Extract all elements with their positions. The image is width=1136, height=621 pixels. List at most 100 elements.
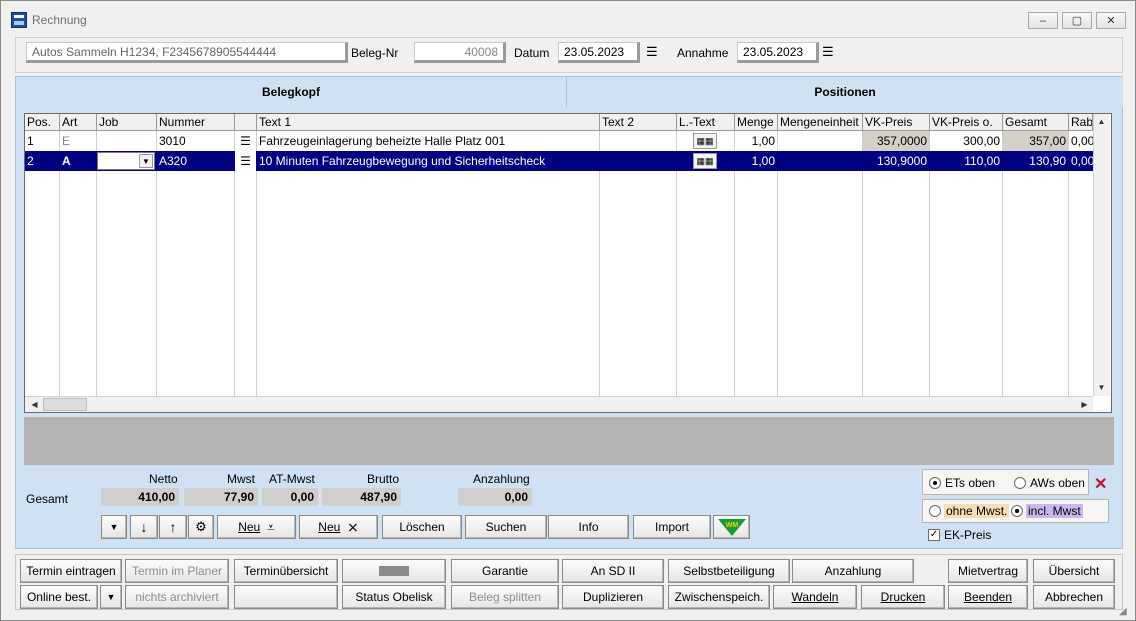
nicht-archiviert-button[interactable]: nichts archiviert [125,585,229,609]
cell-job[interactable] [97,131,156,151]
scroll-right-icon[interactable]: ▶ [1077,397,1092,412]
beenden-button[interactable]: Beenden [948,585,1028,609]
termin-planer-button[interactable]: Termin im Planer [125,559,229,583]
chevron-down-icon[interactable]: ▼ [139,154,153,168]
tab-positionen[interactable]: Positionen [567,77,1123,107]
online-best-button[interactable]: Online best. [20,585,98,609]
scroll-up-icon[interactable]: ▲ [1094,114,1109,129]
datum-field[interactable]: 23.05.2023 [558,42,640,63]
col-rab[interactable]: Rab [1069,114,1093,131]
an-sd-button[interactable]: An SD II [562,559,664,583]
minimize-button[interactable]: – [1028,12,1058,29]
duplizieren-button[interactable]: Duplizieren [562,585,664,609]
anzahlung-value: 0,00 [458,488,532,506]
job-dropdown[interactable]: ▼ [97,152,155,170]
ohne-mwst-radio[interactable] [929,505,941,517]
status-obelisk-button[interactable]: Status Obelisk [342,585,446,609]
list-icon[interactable]: ☰ [235,151,256,171]
tab-belegkopf[interactable]: Belegkopf [16,77,567,107]
cell-menge[interactable]: 1,00 [735,151,777,171]
maximize-button[interactable]: ▢ [1062,12,1092,29]
cell-vkpreis-o[interactable]: 110,00 [930,151,1002,171]
uebersicht-button[interactable]: Übersicht [1033,559,1115,583]
mietvertrag-button[interactable]: Mietvertrag [948,559,1028,583]
scroll-left-icon[interactable]: ◀ [27,397,42,412]
annahme-field[interactable]: 23.05.2023 [737,42,819,63]
cell-vkpreis[interactable]: 130,9000 [863,151,929,171]
aws-oben-radio[interactable] [1014,477,1026,489]
scroll-thumb[interactable] [43,398,87,411]
cell-rab[interactable]: 0,00 [1069,131,1093,151]
drucken-button[interactable]: Drucken [861,585,945,609]
online-dropdown[interactable]: ▼ [100,585,122,609]
anzahlung-button[interactable]: Anzahlung [792,559,914,583]
col-art[interactable]: Art [60,114,97,131]
cell-rab[interactable]: 0,00 [1069,151,1093,171]
close-icon[interactable]: ✕ [1094,474,1107,494]
beleg-field[interactable]: 40008 [414,42,506,63]
suchen-button[interactable]: Suchen [465,515,547,539]
row-menu-dropdown[interactable]: ▼ [101,515,127,539]
wandeln-button[interactable]: Wandeln [773,585,857,609]
datum-calendar-icon[interactable]: ☰ [646,45,660,59]
col-vkpreis-o[interactable]: VK-Preis o. [930,114,1003,131]
ets-oben-radio[interactable] [929,477,941,489]
zwischenspeich-button[interactable]: Zwischenspeich. [668,585,770,609]
table-row-selected[interactable]: 2 A ▼ A320 ☰ 10 Minuten Fahrzeugbewegung… [25,151,1095,171]
ltext-icon[interactable]: ▦▦ [693,133,717,149]
cell-einheit[interactable] [778,131,862,151]
arrow-up-icon: ↑ [169,519,177,535]
cell-text1[interactable]: 10 Minuten Fahrzeugbewegung und Sicherhe… [257,151,599,171]
loeschen-button[interactable]: Löschen [382,515,462,539]
resize-grip-icon[interactable]: ◢ [1119,606,1127,617]
beleg-splitten-button[interactable]: Beleg splitten [451,585,559,609]
horizontal-scrollbar[interactable]: ◀ ▶ [25,396,1093,412]
selbstbeteiligung-button[interactable]: Selbstbeteiligung [668,559,790,583]
cell-einheit[interactable] [778,151,862,171]
vertical-scrollbar[interactable]: ▲ ▼ [1093,114,1110,396]
cell-gesamt: 357,00 [1003,131,1068,151]
col-menge[interactable]: Menge [735,114,778,131]
col-text2[interactable]: Text 2 [600,114,677,131]
neu-between-button[interactable]: Neu ⨯ [299,515,378,539]
move-up-button[interactable]: ↑ [159,515,187,539]
cell-vkpreis-o[interactable]: 300,00 [930,131,1002,151]
col-vkpreis[interactable]: VK-Preis [863,114,930,131]
settings-button[interactable]: ⚙ [188,515,214,539]
ek-preis-checkbox[interactable]: ✓ [928,529,940,541]
cell-menge[interactable]: 1,00 [735,131,777,151]
termin-eintragen-button[interactable]: Termin eintragen [20,559,122,583]
col-pos[interactable]: Pos. [25,114,60,131]
neu-below-button[interactable]: Neu ⩡ [217,515,296,539]
terminuebersicht-button[interactable]: Terminübersicht [234,559,338,583]
col-ltext[interactable]: L.-Text [677,114,735,131]
cell-text1[interactable]: Fahrzeugeinlagerung beheizte Halle Platz… [257,131,599,151]
cell-nummer[interactable]: A320 [157,151,234,171]
col-icon[interactable] [235,114,257,131]
info-button[interactable]: Info [548,515,629,539]
annahme-calendar-icon[interactable]: ☰ [822,45,836,59]
blank-button[interactable] [342,559,446,583]
ltext-icon[interactable]: ▦▦ [693,153,717,169]
garantie-button[interactable]: Garantie [451,559,559,583]
col-mengeneinheit[interactable]: Mengeneinheit [778,114,863,131]
wm-button[interactable]: WM [713,515,750,539]
cell-vkpreis[interactable]: 357,0000 [863,131,929,151]
list-icon[interactable]: ☰ [235,131,256,151]
scroll-down-icon[interactable]: ▼ [1094,380,1109,395]
col-text1[interactable]: Text 1 [257,114,600,131]
col-gesamt[interactable]: Gesamt [1003,114,1069,131]
customer-field[interactable]: Autos Sammeln H1234, F2345678905544444 [26,42,348,63]
close-button[interactable]: ✕ [1096,12,1126,29]
empty-button[interactable] [234,585,338,609]
incl-mwst-radio[interactable] [1011,505,1023,517]
move-down-button[interactable]: ↓ [130,515,158,539]
col-nummer[interactable]: Nummer [157,114,235,131]
abbrechen-button[interactable]: Abbrechen [1033,585,1115,609]
cell-nummer[interactable]: 3010 [157,131,234,151]
cell-text2[interactable] [600,151,676,171]
table-row[interactable]: 1 E 3010 ☰ Fahrzeugeinlagerung beheizte … [25,131,1095,151]
col-job[interactable]: Job [97,114,157,131]
import-button[interactable]: Import [633,515,711,539]
cell-text2[interactable] [600,131,676,151]
